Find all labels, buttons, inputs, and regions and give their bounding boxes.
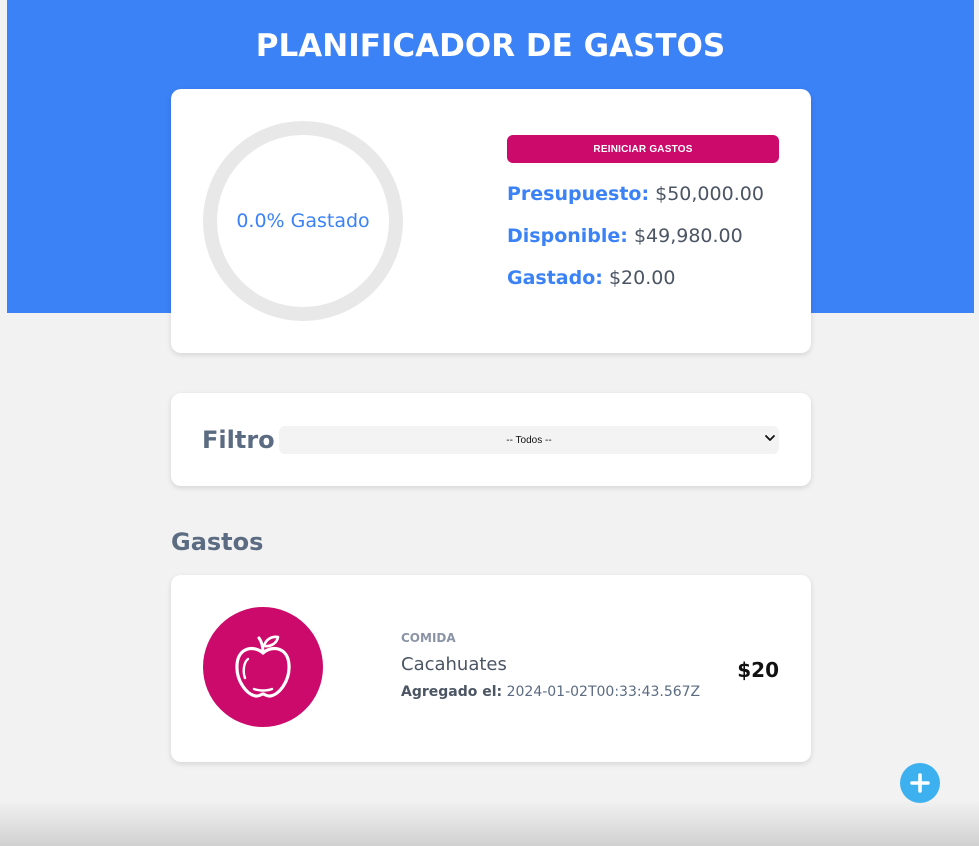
available-label: Disponible: <box>507 225 628 247</box>
window-edge <box>0 0 7 846</box>
page-title: PLANIFICADOR DE GASTOS <box>255 28 726 64</box>
expenses-title: Gastos <box>171 528 264 556</box>
plus-icon <box>910 773 930 793</box>
spent-value: $20.00 <box>608 267 676 289</box>
budget-label: Presupuesto: <box>507 183 650 205</box>
spent-label: Gastado: <box>507 267 603 289</box>
budget-card: 0.0% Gastado REINICIAR GASTOS Presupuest… <box>171 89 811 353</box>
available-value: $49,980.00 <box>633 225 743 247</box>
filter-card: Filtro -- Todos -- <box>171 393 811 486</box>
filter-label: Filtro <box>202 426 275 454</box>
expense-date-value: 2024-01-02T00:33:43.567Z <box>506 684 701 700</box>
progress-text: 0.0% Gastado <box>236 210 370 232</box>
filter-select[interactable]: -- Todos -- <box>279 426 779 454</box>
expense-category: COMIDA <box>401 631 456 645</box>
apple-icon <box>203 607 323 727</box>
budget-value: $50,000.00 <box>655 183 764 205</box>
progress-circle: 0.0% Gastado <box>203 121 403 321</box>
reset-expenses-button[interactable]: REINICIAR GASTOS <box>507 135 779 163</box>
expense-date: Agregado el: 2024-01-02T00:33:43.567Z <box>401 684 700 700</box>
expense-item[interactable]: COMIDA Cacahuates Agregado el: 2024-01-0… <box>171 575 811 762</box>
available-stat: Disponible: $49,980.00 <box>507 225 743 247</box>
expense-date-label: Agregado el: <box>401 684 503 700</box>
expense-amount: $20 <box>737 658 779 682</box>
budget-stat: Presupuesto: $50,000.00 <box>507 183 764 205</box>
bottom-shadow <box>0 800 979 846</box>
spent-stat: Gastado: $20.00 <box>507 267 675 289</box>
expense-name: Cacahuates <box>401 654 507 675</box>
add-expense-button[interactable] <box>900 763 940 803</box>
